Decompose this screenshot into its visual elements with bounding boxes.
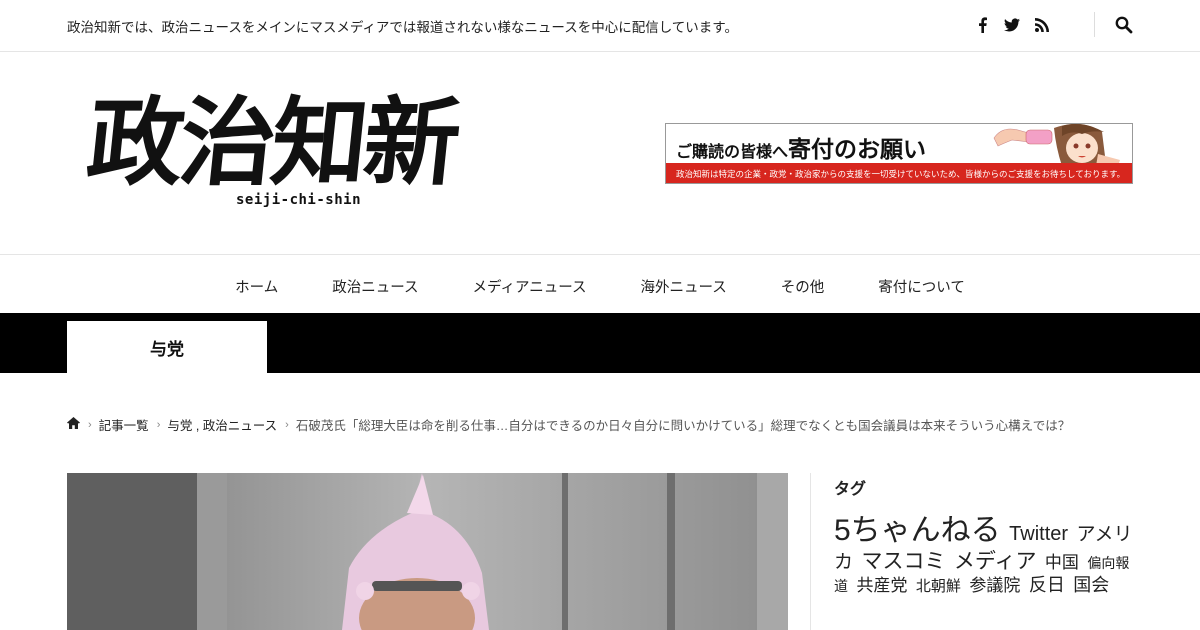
sidebar-heading: タグ xyxy=(834,481,867,498)
nav-item-politics-news[interactable]: 政治ニュース xyxy=(332,276,418,297)
tag-link[interactable]: マスコミ xyxy=(861,550,945,573)
rss-icon[interactable] xyxy=(1034,14,1050,36)
tag-link[interactable]: 5ちゃんねる xyxy=(834,514,1001,547)
nav-item-donation[interactable]: 寄付について xyxy=(878,276,965,297)
breadcrumb: › 記事一覧 › 与党 , 政治ニュース › 石破茂氏「総理大臣は命を削る仕事…… xyxy=(67,415,1070,434)
top-bar: 政治知新では、政治ニュースをメインにマスメディアでは報道されない様なニュースを中… xyxy=(0,0,1200,52)
tag-link[interactable]: メディア xyxy=(954,550,1037,573)
site-logo[interactable]: 政治知新 seiji-chi-shin xyxy=(82,86,508,218)
logo-romaji: seiji-chi-shin xyxy=(236,192,362,208)
banner-strip-text: 政治知新は特定の企業・政党・政治家からの支援を一切受けていないため、皆様からのご… xyxy=(666,163,1132,183)
chevron-right-icon: › xyxy=(88,418,92,431)
banner-title: ご購読の皆様へ寄付のお願い xyxy=(676,130,926,164)
category-band: 与党 xyxy=(0,313,1200,373)
logo-kanji: 政治知新 xyxy=(82,86,462,199)
nav-item-home[interactable]: ホーム xyxy=(235,276,278,297)
nav-item-media-news[interactable]: メディアニュース xyxy=(473,276,587,297)
main-nav: ホーム 政治ニュース メディアニュース 海外ニュース その他 寄付について xyxy=(0,254,1200,314)
banner-title-small: ご購読の皆様へ xyxy=(676,142,789,161)
breadcrumb-item-articles[interactable]: 記事一覧 xyxy=(99,415,149,434)
tag-link[interactable]: 反日 xyxy=(1029,575,1065,595)
banner-character-illustration xyxy=(992,124,1124,166)
category-tab[interactable]: 与党 xyxy=(67,321,267,373)
search-icon[interactable] xyxy=(1115,16,1135,36)
topbar-divider xyxy=(1094,12,1095,37)
tag-link[interactable]: 北朝鮮 xyxy=(916,578,961,595)
nav-item-other[interactable]: その他 xyxy=(781,276,825,297)
home-icon[interactable] xyxy=(67,417,80,432)
banner-title-big: 寄付のお願い xyxy=(788,136,927,163)
breadcrumb-item-category[interactable]: 与党 , 政治ニュース xyxy=(167,415,277,434)
facebook-icon[interactable] xyxy=(974,14,990,36)
tag-link[interactable]: 共産党 xyxy=(856,576,907,595)
site-description: 政治知新では、政治ニュースをメインにマスメディアでは報道されない様なニュースを中… xyxy=(67,20,738,35)
tag-link[interactable]: 参議院 xyxy=(969,576,1020,595)
site-header: 政治知新 seiji-chi-shin ご購読の皆様へ寄付のお願い 政治知新は特… xyxy=(0,52,1200,254)
tag-link[interactable]: 国会 xyxy=(1073,575,1109,595)
breadcrumb-current: 石破茂氏「総理大臣は命を削る仕事…自分はできるのか日々自分に問いかけている」総理… xyxy=(295,419,1071,433)
chevron-right-icon: › xyxy=(156,418,161,431)
nav-item-overseas-news[interactable]: 海外ニュース xyxy=(640,276,726,297)
tag-link[interactable]: Twitter xyxy=(1009,523,1068,545)
tag-cloud: 5ちゃんねる Twitter アメリカ マスコミ メディア 中国 偏向報道 共産… xyxy=(834,513,1134,596)
donation-banner[interactable]: ご購読の皆様へ寄付のお願い 政治知新は特定の企業・政党・政治家からの支援を一切受… xyxy=(665,123,1133,184)
sidebar: タグ 5ちゃんねる Twitter アメリカ マスコミ メディア 中国 偏向報道… xyxy=(810,473,1150,630)
social-links xyxy=(974,14,1050,36)
chevron-right-icon: › xyxy=(285,418,289,431)
tag-link[interactable]: 中国 xyxy=(1045,553,1079,572)
article-featured-image xyxy=(67,473,788,630)
twitter-icon[interactable] xyxy=(1004,14,1020,36)
